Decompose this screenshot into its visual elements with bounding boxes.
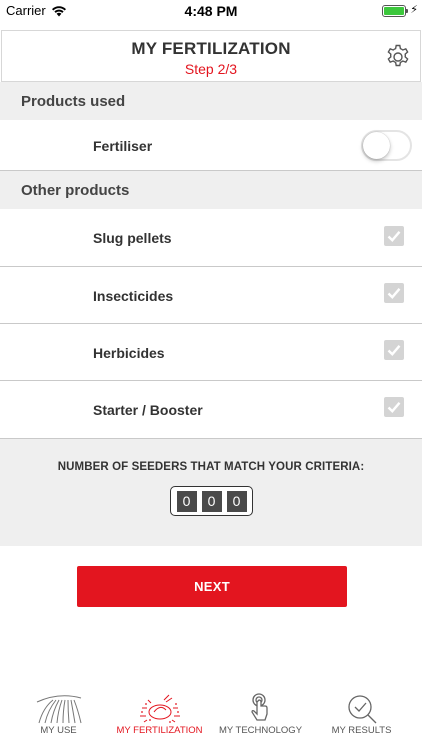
tab-bar: MY USE MY FERTILIZATION MY TECHNOLOGY MY… (0, 690, 422, 750)
counter-label: NUMBER OF SEEDERS THAT MATCH YOUR CRITER… (57, 461, 365, 473)
list-item-label: Slug pellets (93, 230, 172, 246)
fertilization-icon (139, 694, 180, 723)
slug-pellets-checkbox[interactable] (384, 226, 404, 246)
tab-label: MY FERTILIZATION (116, 725, 203, 736)
checkmark-icon (387, 231, 401, 242)
gear-icon (387, 44, 409, 67)
list-item-slug-pellets: Slug pellets (0, 209, 422, 267)
status-bar: Carrier 4:48 PM ⚡ (0, 0, 422, 22)
list-item-insecticides: Insecticides (0, 267, 422, 324)
list-item-label: Insecticides (93, 288, 174, 304)
list-item-label: Herbicides (93, 345, 165, 361)
seeder-counter-panel: NUMBER OF SEEDERS THAT MATCH YOUR CRITER… (0, 438, 422, 546)
seeder-counter: 0 0 0 (170, 486, 253, 516)
herbicides-checkbox[interactable] (384, 340, 404, 360)
field-icon (36, 695, 81, 724)
tab-label: MY USE (40, 725, 77, 736)
section-title: Products used (21, 93, 126, 110)
battery-icon (382, 5, 408, 17)
tab-my-technology[interactable]: MY TECHNOLOGY (208, 690, 313, 750)
section-header-other-products: Other products (0, 171, 422, 209)
page-title: MY FERTILIZATION (131, 39, 291, 58)
tab-my-use[interactable]: MY USE (6, 690, 111, 750)
list-item-fertiliser: Fertiliser (0, 120, 422, 171)
counter-digit: 0 (226, 490, 247, 512)
tab-my-results[interactable]: MY RESULTS (309, 690, 414, 750)
insecticides-checkbox[interactable] (384, 283, 404, 303)
step-indicator: Step 2/3 (184, 61, 238, 77)
search-results-icon (347, 695, 376, 724)
list-item-starter-booster: Starter / Booster (0, 381, 422, 438)
starter-booster-checkbox[interactable] (384, 397, 404, 417)
next-button[interactable]: NEXT (77, 566, 347, 607)
checkmark-icon (387, 345, 401, 356)
touch-icon (250, 693, 268, 721)
settings-button[interactable] (384, 43, 412, 71)
page-header: MY FERTILIZATION Step 2/3 (1, 30, 421, 82)
charging-icon: ⚡ (410, 4, 418, 16)
fertiliser-toggle[interactable] (361, 130, 412, 161)
tab-label: MY TECHNOLOGY (218, 725, 303, 736)
tab-label: MY RESULTS (331, 725, 392, 736)
toggle-knob (363, 132, 390, 159)
checkmark-icon (387, 288, 401, 299)
section-title: Other products (21, 182, 130, 199)
list-item-label: Fertiliser (93, 138, 153, 154)
counter-digit: 0 (201, 490, 222, 512)
status-time: 4:48 PM (184, 3, 238, 19)
counter-digit: 0 (176, 490, 197, 512)
section-header-products-used: Products used (0, 82, 422, 120)
tab-my-fertilization[interactable]: MY FERTILIZATION (107, 690, 212, 750)
checkmark-icon (387, 402, 401, 413)
list-item-label: Starter / Booster (93, 402, 203, 418)
list-item-herbicides: Herbicides (0, 324, 422, 381)
battery-level (384, 7, 404, 15)
